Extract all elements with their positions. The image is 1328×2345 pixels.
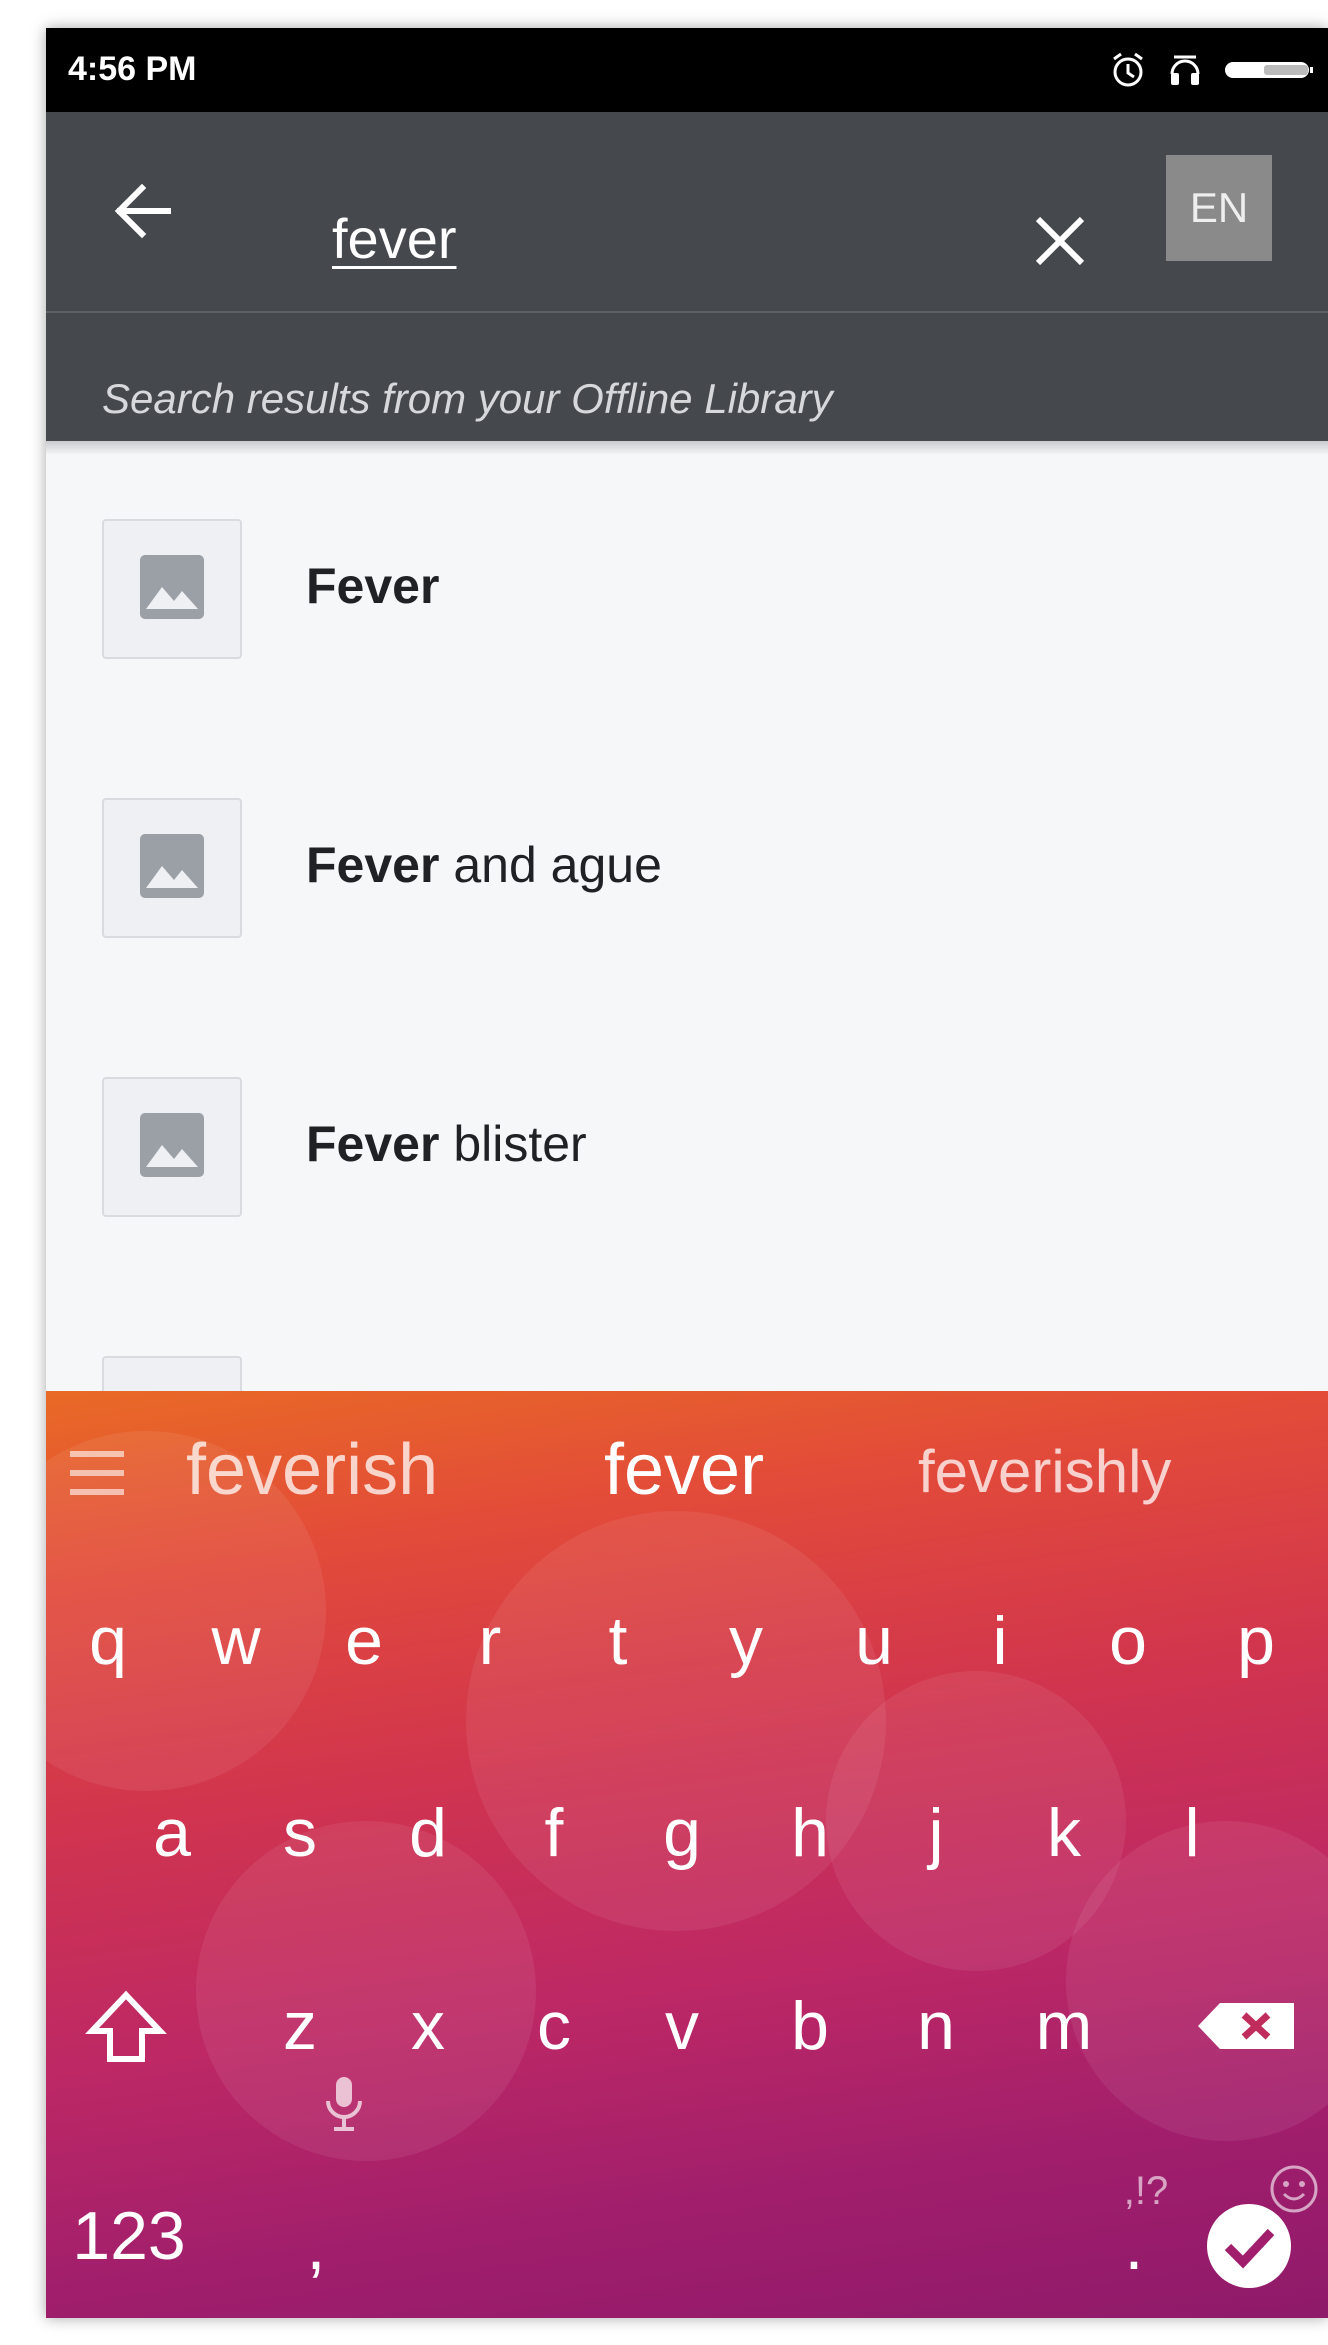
suggestion-primary[interactable]: fever	[604, 1429, 764, 1511]
result-title: Fever blister	[306, 1116, 587, 1172]
result-item[interactable]: Fever and ague	[46, 798, 1328, 1078]
backspace-icon[interactable]	[1186, 1971, 1306, 2081]
shift-icon[interactable]	[76, 1971, 176, 2081]
key-j[interactable]: j	[886, 1778, 986, 1888]
status-icons	[1110, 48, 1314, 92]
status-time: 4:56 PM	[68, 50, 197, 88]
key-s[interactable]: s	[250, 1778, 350, 1888]
key-e[interactable]: e	[314, 1586, 414, 1696]
key-x[interactable]: x	[378, 1971, 478, 2081]
subheader-shadow	[46, 441, 1328, 455]
key-k[interactable]: k	[1014, 1778, 1114, 1888]
key-d[interactable]: d	[378, 1778, 478, 1888]
phone-screen: 4:56 PM fever EN Search results from you…	[46, 28, 1328, 2318]
subheader-text: Search results from your Offline Library	[102, 375, 833, 422]
key-r[interactable]: r	[440, 1586, 540, 1696]
result-title: Fever	[306, 558, 440, 614]
image-placeholder-icon	[140, 1112, 204, 1182]
key-g[interactable]: g	[632, 1778, 732, 1888]
key-y[interactable]: y	[696, 1586, 796, 1696]
key-n[interactable]: n	[886, 1971, 986, 2081]
battery-icon	[1224, 59, 1314, 81]
key-z[interactable]: z	[250, 1971, 350, 2081]
key-l[interactable]: l	[1142, 1778, 1242, 1888]
key-v[interactable]: v	[632, 1971, 732, 2081]
image-placeholder-icon	[140, 554, 204, 624]
key-a[interactable]: a	[122, 1778, 222, 1888]
status-bar: 4:56 PM	[46, 28, 1328, 112]
on-screen-keyboard: feverish fever feverishly q w e r t y u …	[46, 1391, 1328, 2318]
key-f[interactable]: f	[504, 1778, 604, 1888]
result-item[interactable]: Fever	[46, 519, 1328, 799]
result-item[interactable]: Fever blister	[46, 1077, 1328, 1357]
key-t[interactable]: t	[568, 1586, 668, 1696]
key-h[interactable]: h	[760, 1778, 860, 1888]
menu-icon[interactable]	[70, 1449, 124, 1497]
key-q[interactable]: q	[58, 1586, 158, 1696]
result-thumbnail	[102, 519, 242, 659]
enter-check-icon[interactable]	[1204, 2201, 1294, 2291]
key-m[interactable]: m	[1014, 1971, 1114, 2081]
result-thumbnail	[102, 1077, 242, 1217]
suggestion[interactable]: feverishly	[918, 1437, 1171, 1506]
comma-key[interactable]: ,	[286, 2191, 346, 2301]
alarm-icon	[1110, 51, 1146, 89]
results-subheader: Search results from your Offline Library	[46, 313, 1328, 441]
result-title: Fever and ague	[306, 837, 662, 893]
clear-search-icon[interactable]	[1030, 211, 1090, 271]
key-b[interactable]: b	[760, 1971, 860, 2081]
result-thumbnail	[102, 798, 242, 938]
key-o[interactable]: o	[1078, 1586, 1178, 1696]
image-placeholder-icon	[140, 833, 204, 903]
language-button[interactable]: EN	[1166, 155, 1272, 261]
period-key[interactable]: .	[1084, 2191, 1184, 2301]
numbers-key[interactable]: 123	[54, 2181, 204, 2291]
search-app-bar: fever	[46, 112, 1328, 314]
back-arrow-icon[interactable]	[108, 176, 178, 246]
key-u[interactable]: u	[824, 1586, 924, 1696]
key-c[interactable]: c	[504, 1971, 604, 2081]
headset-icon	[1168, 52, 1202, 88]
suggestion-bar: feverish fever feverishly	[46, 1391, 1328, 1541]
search-input[interactable]: fever	[332, 206, 457, 271]
key-w[interactable]: w	[186, 1586, 286, 1696]
suggestion[interactable]: feverish	[186, 1429, 438, 1511]
key-p[interactable]: p	[1206, 1586, 1306, 1696]
key-i[interactable]: i	[950, 1586, 1050, 1696]
microphone-icon[interactable]	[314, 2071, 374, 2181]
